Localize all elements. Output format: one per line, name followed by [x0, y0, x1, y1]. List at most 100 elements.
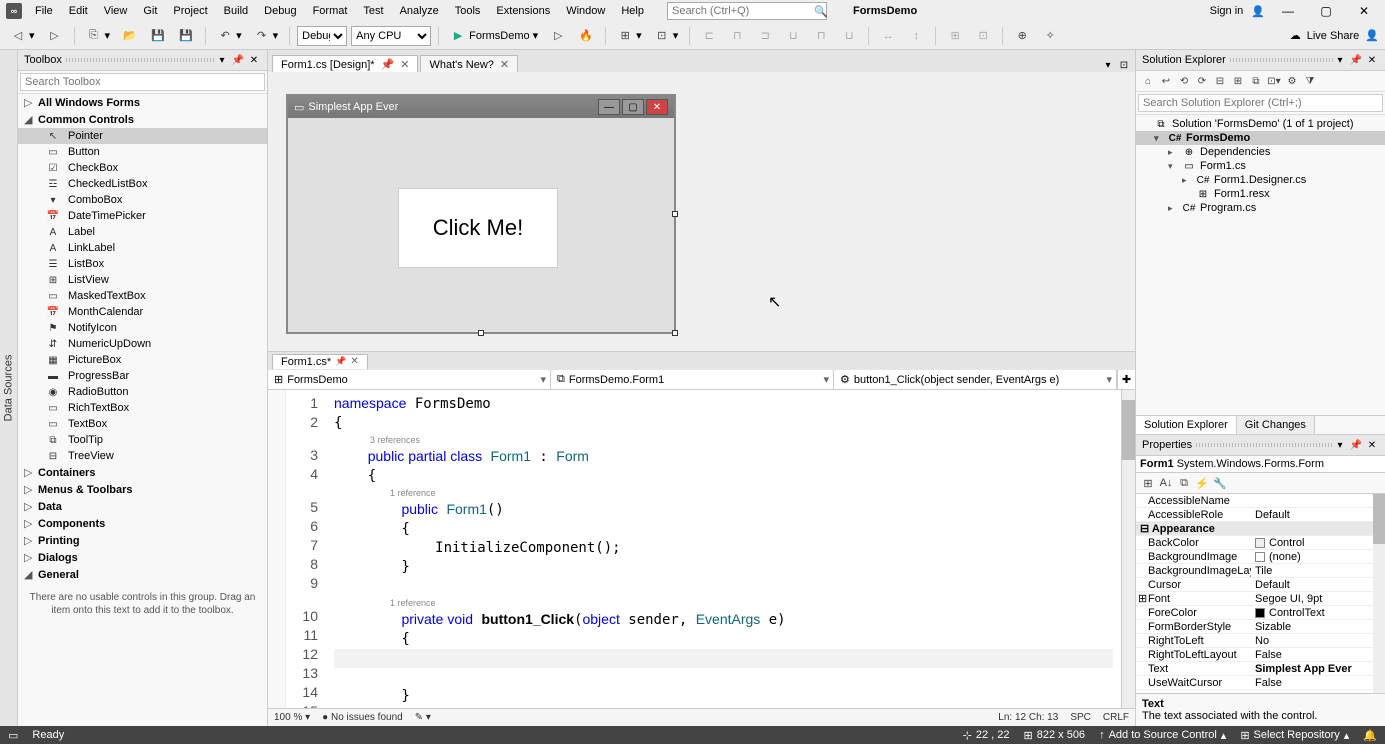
property-row[interactable]: RightToLeftNo — [1136, 634, 1385, 648]
solution-node[interactable]: ▸C#Form1.Designer.cs — [1136, 173, 1385, 187]
panel-menu-icon[interactable]: ▾ — [1333, 438, 1347, 452]
menu-extensions[interactable]: Extensions — [489, 3, 557, 19]
menu-build[interactable]: Build — [217, 3, 255, 19]
new-button[interactable]: ⎘▾ — [82, 26, 115, 46]
menu-project[interactable]: Project — [166, 3, 214, 19]
status-notifications[interactable]: 🔔 — [1363, 729, 1377, 742]
se-props-icon[interactable]: ⧉ — [1248, 73, 1264, 89]
pin-icon[interactable]: 📌 — [381, 58, 395, 71]
tb2[interactable]: ⊡▾ — [650, 26, 683, 46]
toolbox-category[interactable]: ▷Containers — [18, 464, 267, 481]
menu-file[interactable]: File — [28, 3, 60, 19]
toolbox-item-maskedtextbox[interactable]: ▭MaskedTextBox — [18, 288, 267, 304]
toolbox-item-textbox[interactable]: ▭TextBox — [18, 416, 267, 432]
menu-view[interactable]: View — [97, 3, 135, 19]
toolbox-category[interactable]: ▷Data — [18, 498, 267, 515]
se-showall-icon[interactable]: ⊞ — [1230, 73, 1246, 89]
close-icon[interactable]: ✕ — [500, 58, 509, 71]
propmsg-icon[interactable]: 🔧 — [1212, 475, 1228, 491]
properties-grid[interactable]: AccessibleNameAccessibleRoleDefault⊟ App… — [1136, 494, 1385, 693]
panel-close-icon[interactable]: ✕ — [1365, 53, 1379, 67]
toolbox-category[interactable]: ◢Common Controls — [18, 111, 267, 128]
property-row[interactable]: RightToLeftLayoutFalse — [1136, 648, 1385, 662]
property-row[interactable]: BackgroundImageLayoutTile — [1136, 564, 1385, 578]
se-collapse-icon[interactable]: ⊟ — [1212, 73, 1228, 89]
start-nodbg-button[interactable]: ▷ — [546, 26, 570, 46]
align-center[interactable]: ⊓ — [725, 26, 749, 46]
open-button[interactable]: 📂 — [118, 26, 142, 46]
eol-mode[interactable]: CRLF — [1103, 712, 1129, 723]
toolbox-item-datetimepicker[interactable]: 📅DateTimePicker — [18, 208, 267, 224]
menu-format[interactable]: Format — [306, 3, 355, 19]
menu-window[interactable]: Window — [559, 3, 612, 19]
toolbox-item-pointer[interactable]: ↖Pointer — [18, 128, 267, 144]
toolbox-item-button[interactable]: ▭Button — [18, 144, 267, 160]
toolbox-item-listview[interactable]: ⊞ListView — [18, 272, 267, 288]
maximize-button[interactable]: ▢ — [1311, 2, 1341, 20]
hot-reload-button[interactable]: 🔥 — [574, 26, 598, 46]
saveall-button[interactable]: 💾 — [174, 26, 198, 46]
redo-button[interactable]: ↷▾ — [250, 26, 283, 46]
toolbox-item-progressbar[interactable]: ▬ProgressBar — [18, 368, 267, 384]
menu-edit[interactable]: Edit — [62, 3, 95, 19]
save-button[interactable]: 💾 — [146, 26, 170, 46]
toolbox-item-label[interactable]: ALabel — [18, 224, 267, 240]
nav-back-button[interactable]: ◁▾ — [6, 26, 39, 46]
property-row[interactable]: ⊟ Appearance — [1136, 522, 1385, 536]
form-designer[interactable]: ▭ Simplest App Ever — ▢ ✕ Click Me! ↖ — [268, 72, 1135, 352]
sign-in-link[interactable]: Sign in — [1210, 5, 1244, 17]
toolbox-category[interactable]: ◢General — [18, 566, 267, 583]
menu-test[interactable]: Test — [356, 3, 390, 19]
se-tab[interactable]: Git Changes — [1237, 416, 1315, 434]
toolbox-item-listbox[interactable]: ☰ListBox — [18, 256, 267, 272]
se-refresh-icon[interactable]: ⟳ — [1194, 73, 1210, 89]
se-preview-icon[interactable]: ⊡▾ — [1266, 73, 1282, 89]
menu-help[interactable]: Help — [614, 3, 651, 19]
code-tab-form1[interactable]: Form1.cs* 📌 ✕ — [272, 354, 368, 369]
property-row[interactable]: FormBorderStyleSizable — [1136, 620, 1385, 634]
toolbox-item-monthcalendar[interactable]: 📅MonthCalendar — [18, 304, 267, 320]
tab-maximize-icon[interactable]: ⊡ — [1117, 58, 1131, 72]
status-repo[interactable]: ⊞ Select Repository ▴ — [1240, 729, 1349, 742]
close-icon[interactable]: ✕ — [350, 356, 358, 367]
doc-tab[interactable]: What's New?✕ — [420, 55, 518, 73]
toolbox-item-numericupdown[interactable]: ⇵NumericUpDown — [18, 336, 267, 352]
align-top[interactable]: ⊔ — [781, 26, 805, 46]
toolbox-item-combobox[interactable]: ▾ComboBox — [18, 192, 267, 208]
toolbox-item-treeview[interactable]: ⊟TreeView — [18, 448, 267, 464]
panel-pin-icon[interactable]: 📌 — [1349, 53, 1363, 67]
close-icon[interactable]: ✕ — [400, 58, 409, 71]
solution-node[interactable]: ⧉Solution 'FormsDemo' (1 of 1 project) — [1136, 117, 1385, 131]
property-row[interactable]: TextSimplest App Ever — [1136, 662, 1385, 676]
toolbox-item-tooltip[interactable]: ⧉ToolTip — [18, 432, 267, 448]
global-search[interactable]: 🔍 — [667, 2, 827, 20]
nav-class-dropdown[interactable]: ⧉FormsDemo.Form1 — [551, 370, 834, 389]
editor-scrollbar[interactable] — [1121, 390, 1135, 708]
design-form-window[interactable]: ▭ Simplest App Ever — ▢ ✕ Click Me! — [286, 94, 676, 334]
align-bottom[interactable]: ⊔ — [837, 26, 861, 46]
issues-indicator[interactable]: ● No issues found — [322, 712, 403, 723]
se-tab[interactable]: Solution Explorer — [1136, 416, 1237, 434]
solution-node[interactable]: ▾C#FormsDemo — [1136, 131, 1385, 145]
issues-nav[interactable]: ✎ ▾ — [415, 712, 431, 723]
pin-icon[interactable]: 📌 — [335, 356, 346, 367]
menu-tools[interactable]: Tools — [448, 3, 488, 19]
toolbox-item-checkbox[interactable]: ☑CheckBox — [18, 160, 267, 176]
solution-node[interactable]: ▾▭Form1.cs — [1136, 159, 1385, 173]
indent-mode[interactable]: SPC — [1070, 712, 1091, 723]
panel-pin-icon[interactable]: 📌 — [231, 53, 245, 67]
expand-button[interactable]: ✧ — [1038, 26, 1062, 46]
props-scrollbar[interactable] — [1373, 494, 1385, 693]
data-sources-tab[interactable]: Data Sources — [0, 50, 18, 726]
se-filter-icon[interactable]: ⧩ — [1302, 73, 1318, 89]
solution-node[interactable]: ▸⊕Dependencies — [1136, 145, 1385, 159]
solution-search-input[interactable] — [1138, 94, 1383, 112]
menu-git[interactable]: Git — [136, 3, 164, 19]
se-sync-icon[interactable]: ⟲ — [1176, 73, 1192, 89]
panel-close-icon[interactable]: ✕ — [247, 53, 261, 67]
property-row[interactable]: AccessibleRoleDefault — [1136, 508, 1385, 522]
tab-dropdown-icon[interactable]: ▾ — [1101, 58, 1115, 72]
events-icon[interactable]: ⚡ — [1194, 475, 1210, 491]
properties-object[interactable]: Form1 System.Windows.Forms.Form — [1136, 456, 1385, 473]
nav-project-dropdown[interactable]: ⊞FormsDemo — [268, 370, 551, 389]
